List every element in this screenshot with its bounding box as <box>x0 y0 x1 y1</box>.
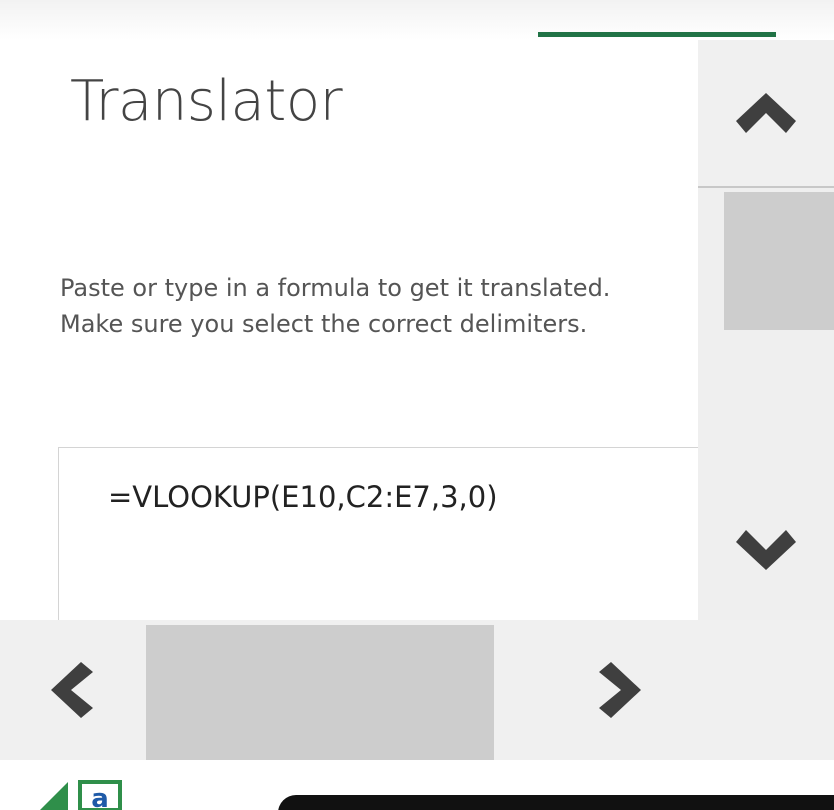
scroll-left-button[interactable] <box>0 620 146 760</box>
formula-input[interactable]: =VLOOKUP(E10,C2:E7,3,0) <box>58 447 698 622</box>
app-logo-icon: a <box>38 780 128 810</box>
chevron-left-icon <box>51 662 93 718</box>
horizontal-scrollbar[interactable] <box>0 620 698 760</box>
page-title: Translator <box>70 69 343 134</box>
chevron-down-icon <box>736 530 796 570</box>
formula-input-value[interactable]: =VLOOKUP(E10,C2:E7,3,0) <box>108 480 498 514</box>
horizontal-scroll-thumb[interactable] <box>146 625 494 760</box>
chevron-up-icon <box>736 93 796 133</box>
scroll-right-button[interactable] <box>540 620 698 760</box>
chevron-right-icon <box>599 662 641 718</box>
logo-letter: a <box>91 784 109 810</box>
translator-page: Translator Paste or type in a formula to… <box>0 0 834 810</box>
instructions-text: Paste or type in a formula to get it tra… <box>60 274 611 338</box>
scroll-up-button[interactable] <box>698 40 834 186</box>
active-tab-indicator[interactable] <box>538 32 776 37</box>
vertical-scroll-thumb[interactable] <box>724 192 834 330</box>
bottom-dark-bar <box>278 795 834 810</box>
scroll-down-button[interactable] <box>698 470 834 630</box>
scrollbar-corner <box>698 620 834 760</box>
